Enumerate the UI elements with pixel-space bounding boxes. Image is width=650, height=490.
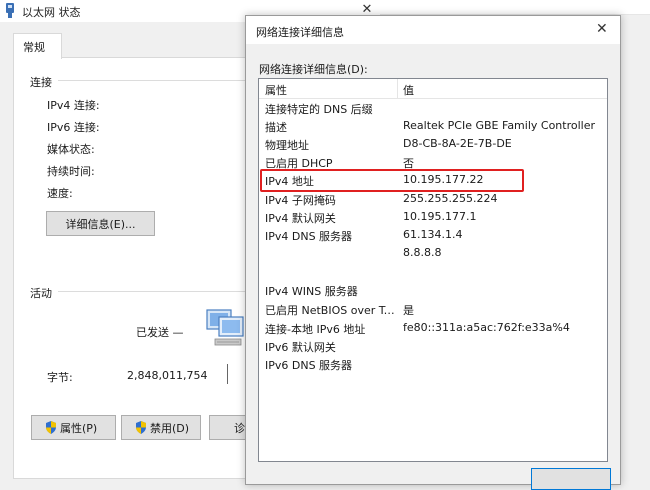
row-property: IPv4 DNS 服务器: [265, 230, 353, 243]
group-divider: [58, 291, 248, 292]
duration-label: 持续时间:: [47, 165, 95, 178]
list-row[interactable]: IPv6 默认网关: [259, 337, 607, 355]
column-separator[interactable]: [397, 79, 398, 98]
group-divider: [58, 80, 248, 81]
uac-shield-icon: [46, 421, 56, 434]
row-property: IPv4 默认网关: [265, 212, 336, 225]
ipv4-address-highlight-box: [260, 169, 524, 192]
details-list[interactable]: 属性 值 连接特定的 DNS 后缀 描述 Realtek PCIe GBE Fa…: [258, 78, 608, 462]
row-property: 描述: [265, 121, 287, 134]
list-row[interactable]: 连接特定的 DNS 后缀: [259, 99, 607, 117]
background-window-edge: [380, 0, 650, 15]
row-value: 255.255.255.224: [403, 192, 498, 205]
row-property: IPv6 默认网关: [265, 341, 336, 354]
activity-group-label: 活动: [30, 287, 52, 300]
activity-divider: [227, 364, 228, 384]
row-property: IPv4 WINS 服务器: [265, 285, 358, 298]
connection-group-label: 连接: [30, 76, 52, 89]
ipv6-connectivity-label: IPv6 连接:: [47, 121, 100, 134]
network-adapter-icon: [6, 3, 14, 18]
list-row[interactable]: 8.8.8.8: [259, 244, 607, 262]
list-row[interactable]: IPv4 默认网关 10.195.177.1: [259, 208, 607, 226]
list-row[interactable]: IPv4 子网掩码 255.255.255.224: [259, 190, 607, 208]
row-property: 连接-本地 IPv6 地址: [265, 323, 366, 336]
dialog-title-bar: 网络连接详细信息 ✕: [246, 16, 620, 44]
row-property: 已启用 NetBIOS over Tc...: [265, 304, 395, 317]
list-row[interactable]: 已启用 NetBIOS over Tc... 是: [259, 300, 607, 318]
list-row[interactable]: IPv4 DNS 服务器 61.134.1.4: [259, 226, 607, 244]
list-row[interactable]: 物理地址 D8-CB-8A-2E-7B-DE: [259, 135, 607, 153]
window-title: 以太网 状态: [22, 6, 81, 19]
bytes-label: 字节:: [47, 371, 73, 384]
uac-shield-icon: [136, 421, 146, 434]
row-property: 物理地址: [265, 139, 309, 152]
details-caption: 网络连接详细信息(D):: [259, 63, 368, 76]
row-value: D8-CB-8A-2E-7B-DE: [403, 137, 512, 150]
tab-label: 常规: [23, 41, 45, 54]
list-row[interactable]: 连接-本地 IPv6 地址 fe80::311a:a5ac:762f:e33a%…: [259, 319, 607, 337]
close-button[interactable]: [531, 468, 611, 490]
row-value: 是: [403, 304, 414, 317]
network-connection-details-dialog: 网络连接详细信息 ✕ 网络连接详细信息(D): 属性 值 连接特定的 DNS 后…: [245, 15, 621, 490]
disable-button[interactable]: 禁用(D): [121, 415, 201, 440]
dialog-title: 网络连接详细信息: [256, 26, 344, 39]
row-value: Realtek PCIe GBE Family Controller: [403, 119, 596, 132]
bytes-sent-value: 2,848,011,754: [127, 369, 208, 382]
tab-general[interactable]: 常规: [13, 33, 62, 59]
row-property: 连接特定的 DNS 后缀: [265, 103, 373, 116]
row-value: 61.134.1.4: [403, 228, 463, 241]
row-value: 8.8.8.8: [403, 246, 442, 259]
media-state-label: 媒体状态:: [47, 143, 95, 156]
column-header-property[interactable]: 属性: [265, 82, 287, 98]
ipv4-connectivity-label: IPv4 连接:: [47, 99, 100, 112]
list-row[interactable]: IPv4 WINS 服务器: [259, 281, 607, 299]
close-icon[interactable]: ✕: [596, 21, 608, 37]
properties-button[interactable]: 属性(P): [31, 415, 116, 440]
sent-label: 已发送 —: [136, 326, 184, 339]
column-header-value[interactable]: 值: [403, 82, 414, 98]
row-property: IPv4 子网掩码: [265, 194, 336, 207]
list-row[interactable]: 描述 Realtek PCIe GBE Family Controller: [259, 117, 607, 135]
speed-label: 速度:: [47, 187, 73, 200]
list-row[interactable]: IPv6 DNS 服务器: [259, 355, 607, 373]
details-button[interactable]: 详细信息(E)...: [46, 211, 155, 236]
row-value: fe80::311a:a5ac:762f:e33a%4: [403, 321, 570, 334]
network-computer-icon: [206, 309, 244, 346]
row-value: 10.195.177.1: [403, 210, 477, 223]
row-property: IPv6 DNS 服务器: [265, 359, 353, 372]
list-header: 属性 值: [259, 79, 607, 99]
